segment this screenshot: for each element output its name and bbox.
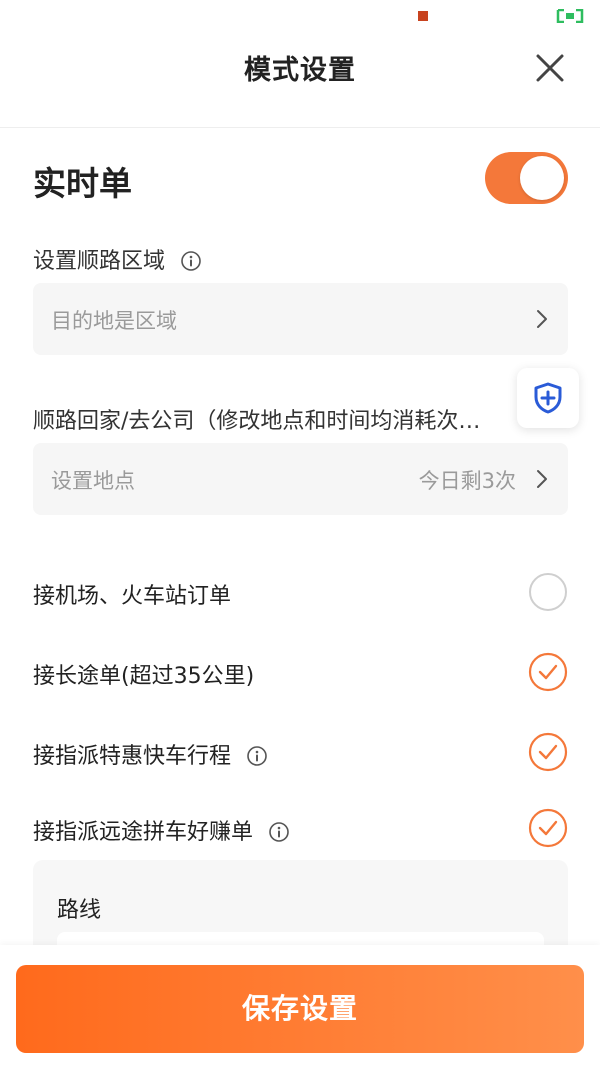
route-area-select[interactable]: 目的地是区域 [33,283,568,355]
unchecked-circle-icon[interactable] [528,572,568,612]
option-long-distance[interactable]: 接长途单(超过35公里) [33,650,568,694]
chevron-right-icon [537,470,547,488]
checked-circle-icon[interactable] [528,808,568,848]
close-icon [536,54,564,82]
option-airport-station[interactable]: 接机场、火车站订单 [33,570,568,614]
remaining-count-text: 今日剩3次 [418,469,516,493]
route-area-section: 设置顺路区域 [33,243,202,275]
route-area-label: 设置顺路区域 [33,249,166,274]
home-company-select[interactable]: 设置地点 今日剩3次 [33,443,568,515]
chevron-right-icon [537,310,547,328]
realtime-order-toggle[interactable] [485,152,568,204]
shield-plus-icon [534,382,562,414]
footer: 保存设置 [0,945,600,1067]
battery-icon [556,9,584,23]
option-label: 接指派特惠快车行程 [33,738,268,770]
route-card-title: 路线 [57,898,102,923]
option-assigned-express[interactable]: 接指派特惠快车行程 [33,730,568,774]
close-button[interactable] [530,48,570,88]
status-bar [0,0,600,30]
mode-settings-page: 模式设置 实时单 设置顺路区域 目的地是区域 顺路回家/去公司（修改地点和时间均… [0,0,600,1067]
toggle-knob [520,156,564,200]
header: 模式设置 [0,30,600,128]
info-icon[interactable] [246,745,268,767]
save-settings-button[interactable]: 保存设置 [16,965,584,1053]
option-assigned-carpool[interactable]: 接指派远途拼车好赚单 [33,806,568,850]
option-label: 接指派远途拼车好赚单 [33,814,290,846]
info-icon[interactable] [268,821,290,843]
info-icon[interactable] [180,250,202,272]
option-label-text: 接指派远途拼车好赚单 [33,820,254,845]
route-area-placeholder: 目的地是区域 [51,309,177,333]
page-title: 模式设置 [244,55,356,86]
safety-shield-button[interactable] [517,368,579,428]
realtime-order-label: 实时单 [33,164,132,203]
home-company-label: 顺路回家/去公司（修改地点和时间均消耗次… [33,409,481,434]
option-label: 接机场、火车站订单 [33,584,232,609]
checked-circle-icon[interactable] [528,732,568,772]
notification-dot-icon [418,11,428,21]
checked-circle-icon[interactable] [528,652,568,692]
option-label: 接长途单(超过35公里) [33,664,255,689]
option-label-text: 接指派特惠快车行程 [33,744,232,769]
home-company-placeholder: 设置地点 [51,469,135,493]
